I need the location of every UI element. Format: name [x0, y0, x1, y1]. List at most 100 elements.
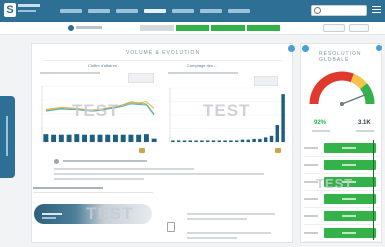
bar: [205, 140, 210, 142]
row-label: [304, 164, 318, 166]
list-item[interactable]: [304, 140, 380, 157]
nav-item-1[interactable]: [60, 9, 82, 13]
row-label: [304, 215, 318, 217]
chart-legend: [128, 73, 154, 83]
bar: [97, 134, 103, 142]
insight-text: [63, 160, 147, 165]
list-item[interactable]: [304, 208, 380, 225]
bar: [143, 134, 149, 142]
download-icon[interactable]: [139, 148, 145, 153]
target-line: [373, 140, 374, 240]
row-bar-label: [342, 164, 356, 166]
bar: [223, 140, 227, 142]
filter-bar: [0, 22, 385, 35]
kpi-left-label: [312, 130, 330, 132]
resolution-list: [304, 140, 380, 242]
logo-wordmark: [18, 4, 40, 7]
hamburger-menu-icon[interactable]: [372, 6, 381, 15]
row-bar-label: [342, 215, 356, 217]
list-item[interactable]: [304, 225, 380, 242]
gauge-arc-red: [309, 71, 354, 105]
nav-item-3[interactable]: [116, 9, 138, 13]
watermark-right-card: TEST: [316, 176, 354, 191]
side-panel-toggle[interactable]: [0, 96, 15, 178]
nav-item-7[interactable]: [228, 9, 250, 13]
download-icon[interactable]: [275, 148, 281, 153]
step-4[interactable]: [246, 25, 280, 31]
info-icon[interactable]: [302, 45, 309, 52]
export-button[interactable]: [349, 24, 369, 32]
step-3[interactable]: [211, 25, 245, 31]
list-item[interactable]: [304, 157, 380, 174]
row-label: [304, 198, 318, 200]
gauge-needle: [341, 93, 367, 105]
bar: [188, 140, 193, 142]
row-label: [304, 232, 318, 234]
period-button[interactable]: [323, 24, 345, 32]
bullet-icon: [54, 159, 59, 164]
bar: [128, 134, 134, 142]
info-icon[interactable]: [288, 45, 295, 52]
nav-item-5[interactable]: [172, 9, 194, 13]
filter-label: [76, 26, 102, 29]
bar: [136, 134, 142, 142]
filter-toggle-icon[interactable]: [68, 25, 74, 31]
bar: [151, 138, 157, 142]
kpi-right-value: 3.1K: [358, 120, 371, 126]
bar: [217, 140, 222, 142]
app-logo[interactable]: S: [4, 2, 40, 19]
row-bar-label: [342, 198, 356, 200]
progress-steps: [140, 25, 280, 31]
bar: [263, 137, 268, 142]
search-input[interactable]: [311, 5, 367, 16]
nav-item-4[interactable]: [144, 9, 166, 13]
dashboard-page: S VOLUME & EVOLUTION Chiffre d'affaires …: [0, 0, 385, 247]
note-block: [167, 208, 277, 240]
bar: [66, 134, 72, 142]
gauge-arc-yellow: [350, 73, 368, 90]
card-title: VOLUME & EVOLUTION: [125, 50, 201, 56]
watermark-bottom: TEST: [86, 204, 134, 223]
bar: [112, 134, 118, 142]
list-item[interactable]: [304, 191, 380, 208]
top-navigation-bar: S: [0, 0, 385, 22]
bar: [182, 140, 187, 142]
pill-label: [42, 213, 62, 215]
step-2[interactable]: [175, 25, 209, 31]
nav-item-2[interactable]: [88, 9, 110, 13]
nav-item-6[interactable]: [200, 9, 222, 13]
step-1[interactable]: [140, 25, 174, 31]
gauge-hub: [340, 102, 344, 106]
kpi-left-value: 92%: [314, 120, 327, 126]
info-icon[interactable]: [376, 45, 382, 51]
bar: [240, 139, 245, 142]
bar: [281, 94, 285, 142]
bar: [211, 140, 216, 142]
divider: [33, 192, 153, 193]
logo-tagline: [18, 10, 36, 12]
description-text: [54, 168, 274, 183]
divider: [44, 60, 282, 61]
logo-icon: S: [4, 3, 16, 17]
bar: [82, 134, 88, 142]
section-title: [33, 187, 103, 189]
bar: [43, 134, 49, 142]
bar: [171, 140, 175, 142]
panel-left-title: Chiffre d'affaires: [88, 63, 117, 68]
kpi-right-label: [356, 130, 374, 132]
resolution-gauge: [309, 71, 375, 106]
bar: [194, 140, 198, 142]
main-menu: [60, 7, 250, 15]
bar: [258, 138, 262, 142]
panel-right-title: Comptage des ...: [187, 63, 218, 68]
bar: [176, 140, 181, 142]
bar: [252, 138, 256, 142]
bar: [74, 134, 80, 142]
right-card-title: RÉSOLUTION GLOBALE: [319, 51, 362, 63]
bar: [120, 134, 126, 142]
side-panel-label: [6, 116, 8, 156]
pill-sub-label: [42, 217, 56, 219]
row-bar-label: [342, 147, 356, 149]
watermark-right: TEST: [203, 101, 251, 120]
row-label: [304, 147, 318, 149]
